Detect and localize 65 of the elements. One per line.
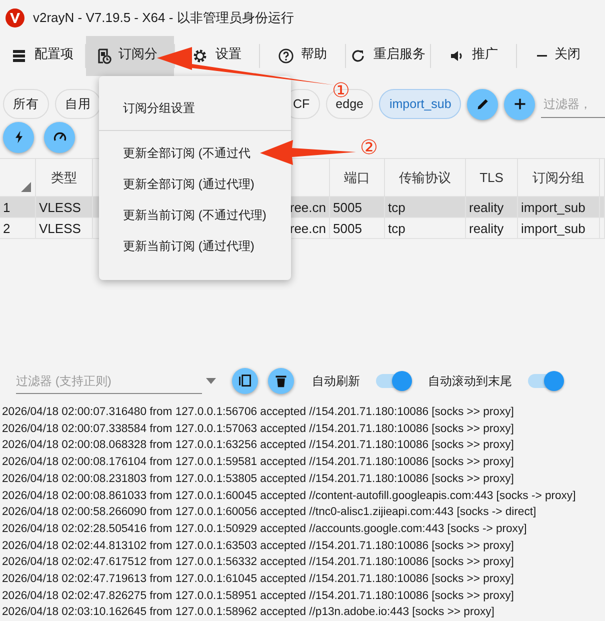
edit-button[interactable] xyxy=(467,88,498,120)
menu-item[interactable]: 更新全部订阅 (不通过代 xyxy=(99,138,250,169)
log-line: 2026/04/18 02:03:10.162645 from 127.0.0.1:58962 accepted //p13n.adobe.io:443 [socks >> proxy] xyxy=(2,605,496,620)
document-clock-icon xyxy=(96,48,112,64)
table-cell: reality xyxy=(466,218,518,239)
log-filter-field[interactable]: 过滤器 (支持正则) xyxy=(16,368,202,394)
filter-field[interactable]: 过滤器， xyxy=(541,90,605,118)
log-line: 2026/04/18 02:02:28.505416 from 127.0.0.1:50929 accepted //accounts.google.com:443 [socks -> proxy] xyxy=(2,522,528,537)
speedometer-button[interactable] xyxy=(44,122,75,152)
delete-button[interactable] xyxy=(268,368,294,394)
log-line: 2026/04/18 02:00:07.338584 from 127.0.0.1:57063 accepted //154.201.71.180:10086 [socks >> proxy] xyxy=(2,422,515,437)
toolbar-button[interactable]: 关闭 xyxy=(516,36,601,76)
log-line: 2026/04/18 02:00:08.231803 from 127.0.0.1:53805 accepted //154.201.71.180:10086 [socks >> proxy] xyxy=(2,472,515,487)
menu-item[interactable]: 更新全部订阅 (通过代理) xyxy=(99,169,254,200)
menu-item[interactable]: 订阅分组设置 xyxy=(99,93,195,124)
toolbar-button[interactable]: 推广 xyxy=(431,36,516,76)
speed-test-button[interactable] xyxy=(3,122,34,152)
toolbar-button[interactable]: 配置项 xyxy=(0,36,84,76)
log-line: 2026/04/18 02:02:44.813102 from 127.0.0.1:63503 accepted //154.201.71.180:10086 [socks >> proxy] xyxy=(2,538,515,554)
dropdown-caret-icon xyxy=(206,378,216,384)
annotation-number: ② xyxy=(360,134,378,160)
toolbar-button[interactable]: 帮助 xyxy=(260,36,344,76)
toggle-label: 自动滚动到末尾 xyxy=(428,372,512,390)
toggle-label: 自动刷新 xyxy=(312,372,360,390)
help-icon xyxy=(278,48,294,64)
log-line: 2026/04/18 02:00:08.068328 from 127.0.0.1:63256 accepted //154.201.71.180:10086 [socks >> proxy] xyxy=(2,438,515,454)
log-line: 2026/04/18 02:00:07.316480 from 127.0.0.1:56706 accepted //154.201.71.180:10086 [socks >> proxy] xyxy=(2,405,515,420)
table-cell: reality xyxy=(466,197,518,218)
window-title: v2rayN - V7.19.5 - X64 - 以非管理员身份运行 xyxy=(33,9,294,27)
log-line: 2026/04/18 02:00:08.861033 from 127.0.0.1:60045 accepted //content-autofill.googleapis.com:443 [socks -> proxy] xyxy=(2,488,577,504)
toggle-switch[interactable] xyxy=(528,374,562,388)
server-icon xyxy=(11,48,28,64)
table-cell: import_sub xyxy=(518,218,600,239)
table-cell: import_sub xyxy=(518,197,600,218)
log-line: 2026/04/18 02:02:47.617512 from 127.0.0.1:56332 accepted //154.201.71.180:10086 [socks >> proxy] xyxy=(2,555,515,570)
table-cell: 2 xyxy=(0,218,36,239)
table-cell: 1 xyxy=(0,197,36,218)
minus-icon xyxy=(537,55,548,57)
log-line: 2026/04/18 02:00:58.266090 from 127.0.0.1:60056 accepted //tnc0-alisc1.zijieapi.com:443 [socks -> direct] xyxy=(2,505,538,520)
copy-icon xyxy=(238,374,252,388)
table-cell: 5005 xyxy=(330,218,385,239)
app-logo-icon xyxy=(5,8,25,28)
settings-icon xyxy=(192,48,208,64)
table-cell: tcp xyxy=(385,218,466,239)
table-cell: VLESS xyxy=(36,218,93,239)
log-line: 2026/04/18 02:02:47.826275 from 127.0.0.1:58951 accepted //154.201.71.180:10086 [socks >> proxy] xyxy=(2,588,515,604)
toggle-switch[interactable] xyxy=(376,374,410,388)
group-tab[interactable]: 自用 xyxy=(55,89,101,119)
plus-icon xyxy=(512,97,527,111)
log-line: 2026/04/18 02:00:08.176104 from 127.0.0.1:59581 accepted //154.201.71.180:10086 [socks >> proxy] xyxy=(2,455,515,470)
pencil-icon xyxy=(476,97,490,111)
table-cell: tcp xyxy=(385,197,466,218)
copy-button[interactable] xyxy=(232,368,258,394)
toolbar-button[interactable]: 设置 xyxy=(174,36,259,76)
add-button[interactable] xyxy=(504,88,536,120)
sort-icon xyxy=(21,182,31,192)
refresh-icon xyxy=(350,48,366,64)
toolbar-button[interactable]: 重启服务 xyxy=(346,36,430,76)
table-cell: 5005 xyxy=(330,197,385,218)
group-tab[interactable]: import_sub xyxy=(379,89,462,119)
table-cell: VLESS xyxy=(36,197,93,218)
group-tab[interactable]: 所有 xyxy=(3,89,49,119)
toolbar-button[interactable]: 订阅分 xyxy=(86,36,174,76)
trash-icon xyxy=(274,374,288,388)
log-line: 2026/04/18 02:02:47.719613 from 127.0.0.1:61045 accepted //154.201.71.180:10086 [socks >> proxy] xyxy=(2,572,515,588)
